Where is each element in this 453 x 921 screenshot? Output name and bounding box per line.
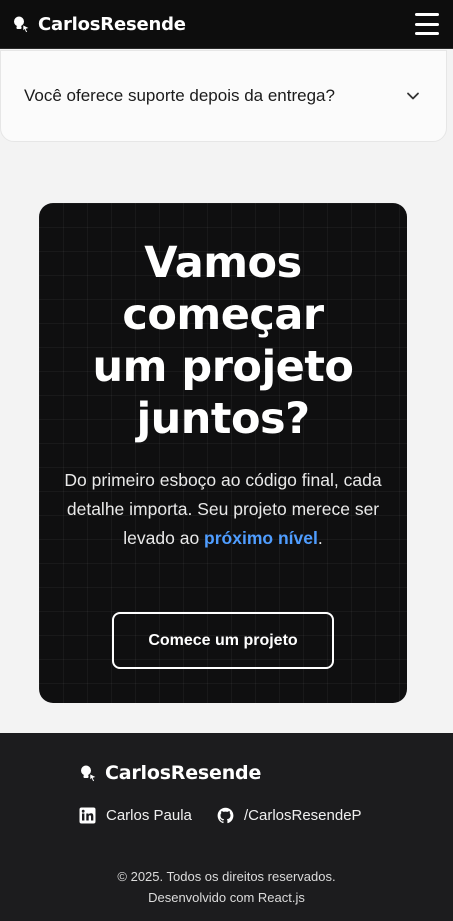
start-project-button[interactable]: Comece um projeto: [112, 612, 334, 669]
brand-name: CarlosResende: [38, 13, 186, 35]
linkedin-icon: [79, 807, 96, 824]
github-label: /CarlosResendeP: [244, 807, 362, 824]
cta-description: Do primeiro esboço ao código final, cada…: [39, 466, 407, 553]
github-icon: [217, 807, 234, 824]
github-link[interactable]: /CarlosResendeP: [217, 807, 362, 824]
chevron-down-icon[interactable]: [406, 89, 420, 103]
built-with-text: Desenvolvido com React.js: [148, 890, 305, 905]
footer-copyright: © 2025. Todos os direitos reservados. De…: [0, 866, 453, 908]
brand-icon: [14, 16, 30, 33]
footer-brand[interactable]: CarlosResende: [79, 762, 261, 784]
site-footer: CarlosResende Carlos Paula /CarlosResend…: [0, 733, 453, 921]
hamburger-menu-icon[interactable]: [415, 13, 439, 35]
brand-logo[interactable]: CarlosResende: [12, 14, 186, 35]
cta-highlight: próximo nível: [204, 528, 318, 548]
site-header: CarlosResende: [0, 0, 453, 49]
brand-icon: [81, 765, 97, 782]
copyright-text: © 2025. Todos os direitos reservados.: [117, 869, 336, 884]
linkedin-link[interactable]: Carlos Paula: [79, 807, 192, 824]
cta-text-after: .: [317, 528, 323, 548]
cta-title: Vamos começar um projeto juntos?: [92, 238, 354, 444]
cta-card: Vamos começar um projeto juntos? Do prim…: [39, 203, 407, 703]
faq-item[interactable]: Você oferece suporte depois da entrega?: [0, 50, 447, 142]
footer-brand-name: CarlosResende: [105, 762, 262, 784]
linkedin-label: Carlos Paula: [106, 807, 192, 824]
faq-question: Você oferece suporte depois da entrega?: [24, 86, 335, 105]
